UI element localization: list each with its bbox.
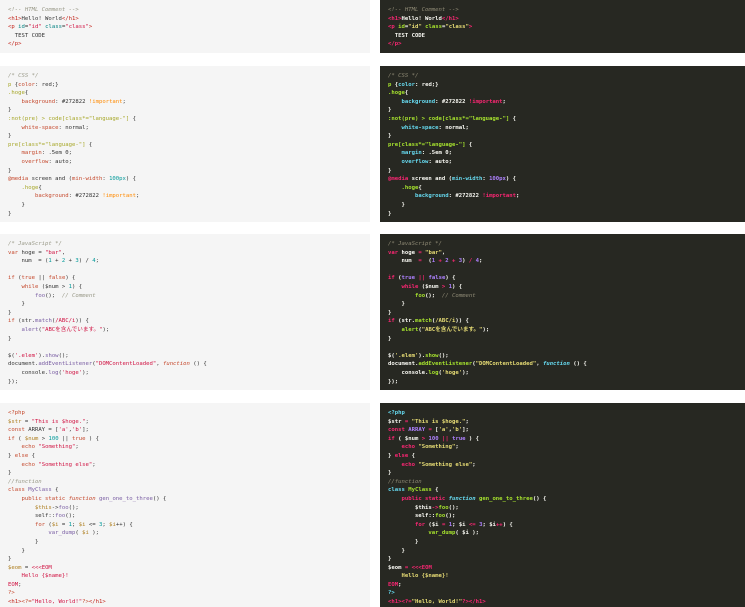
css-code-block-light: /* CSS */ p {color: red;} .hoge{ backgro… — [0, 66, 370, 222]
js-code: /* JavaScript */ var hoge = "bar", num =… — [388, 241, 587, 385]
code-line: /* JavaScript */ — [8, 241, 62, 247]
php-code: <?php $str = "This is $hoge."; const ARR… — [8, 410, 167, 606]
code-line: <!-- HTML Comment --> — [388, 7, 459, 13]
code-line: <!-- HTML Comment --> — [8, 7, 79, 13]
html-code: <!-- HTML Comment --> <h1>Hello! World</… — [388, 7, 473, 48]
css-code-block-dark: /* CSS */ p {color: red;} .hoge{ backgro… — [380, 66, 745, 222]
php-code-block-light: <?php $str = "This is $hoge."; const ARR… — [0, 403, 370, 607]
html-code-block-dark: <!-- HTML Comment --> <h1>Hello! World</… — [380, 0, 745, 53]
js-code-block-light: /* JavaScript */ var hoge = "bar", num =… — [0, 234, 370, 390]
code-line: /* CSS */ — [8, 73, 39, 79]
css-code: /* CSS */ p {color: red;} .hoge{ backgro… — [388, 73, 520, 217]
js-code-block-dark: /* JavaScript */ var hoge = "bar", num =… — [380, 234, 745, 390]
code-line: </p> — [8, 41, 22, 48]
code-line: TEST CODE — [8, 32, 46, 39]
php-code: <?php $str = "This is $hoge."; const ARR… — [388, 410, 547, 606]
php-code-block-dark: <?php $str = "This is $hoge."; const ARR… — [380, 403, 745, 607]
html-code-block-light: <!-- HTML Comment --> <h1>Hello! World</… — [0, 0, 370, 53]
js-code: /* JavaScript */ var hoge = "bar", num =… — [8, 241, 207, 385]
code-line: </p> — [388, 41, 402, 48]
code-line: /* JavaScript */ — [388, 241, 442, 247]
code-line: TEST CODE — [388, 32, 426, 39]
code-line: /* CSS */ — [388, 73, 419, 79]
html-code: <!-- HTML Comment --> <h1>Hello! World</… — [8, 7, 93, 48]
css-code: /* CSS */ p {color: red;} .hoge{ backgro… — [8, 73, 140, 217]
